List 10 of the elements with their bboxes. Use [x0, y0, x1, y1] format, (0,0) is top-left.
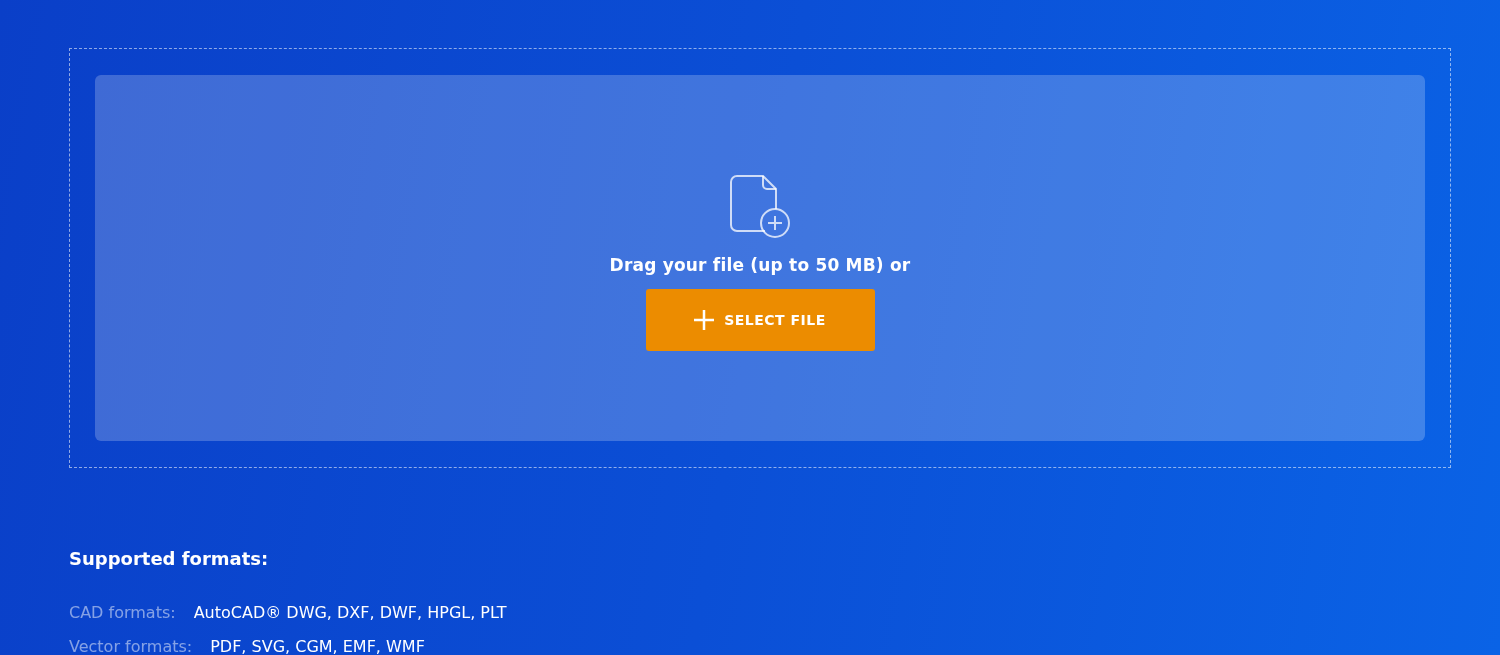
- upload-prompt: Drag your file (up to 50 MB) or: [609, 255, 911, 275]
- format-list: PDF, SVG, CGM, EMF, WMF: [210, 636, 425, 655]
- format-label: CAD formats:: [69, 602, 176, 622]
- format-list: AutoCAD® DWG, DXF, DWF, HPGL, PLT: [193, 602, 507, 622]
- format-label: Vector formats:: [69, 636, 193, 655]
- formats-heading: Supported formats:: [69, 548, 270, 569]
- select-file-button[interactable]: SELECT FILE: [645, 289, 875, 351]
- plus-icon: [694, 310, 715, 330]
- drop-area[interactable]: Drag your file (up to 50 MB) or SELECT FILE: [95, 75, 1425, 441]
- add-file-icon: [729, 175, 791, 241]
